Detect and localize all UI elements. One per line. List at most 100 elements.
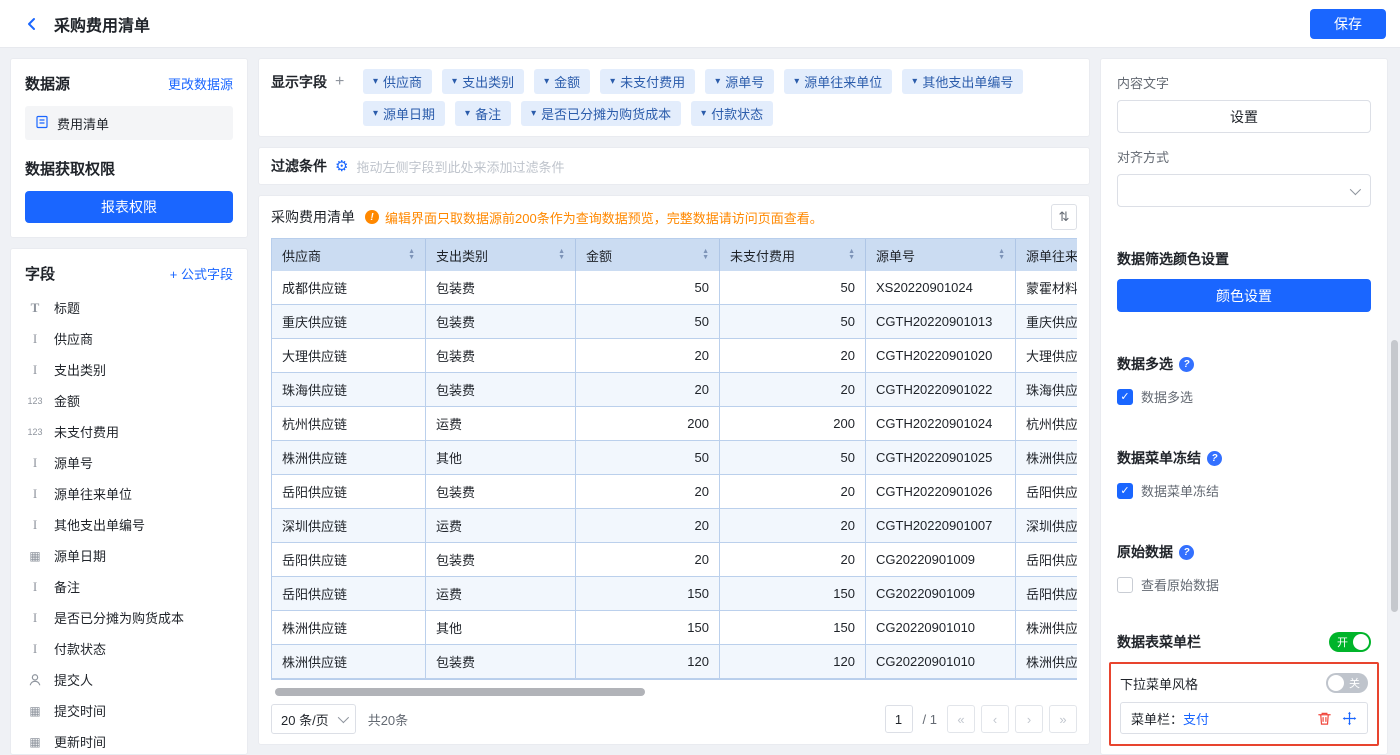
help-icon[interactable] [1179,357,1194,372]
page-size-select[interactable]: 20 条/页 [271,704,356,734]
display-field-chip[interactable]: 付款状态 [691,101,773,126]
field-item[interactable]: 提交时间 [25,695,233,726]
save-button[interactable]: 保存 [1310,9,1386,39]
column-header[interactable]: 源单号 [866,239,1016,271]
multi-select-checkbox[interactable]: 数据多选 [1117,387,1371,406]
sort-carets-icon[interactable] [848,249,855,261]
field-item[interactable]: 源单日期 [25,540,233,571]
field-item[interactable]: 提交人 [25,664,233,695]
add-formula-field-link[interactable]: + 公式字段 [170,264,233,283]
prev-page-button[interactable] [981,705,1009,733]
datasource-item-label: 费用清单 [57,114,109,133]
display-field-chip[interactable]: 是否已分摊为购货成本 [521,101,681,126]
display-field-chips: 供应商 支出类别 金额 未支付费用 源单号 源单往来单位 其他支出单编号 源单 [363,69,1077,126]
raw-data-checkbox[interactable]: 查看原始数据 [1117,575,1371,594]
sort-carets-icon[interactable] [998,249,1005,261]
menubar-toggle-on[interactable]: 开 [1329,632,1371,652]
column-header[interactable]: 源单往来单位 [1016,239,1077,271]
cell-unpaid: 150 [720,577,866,610]
warning-icon [365,210,379,224]
display-field-chip[interactable]: 源单往来单位 [784,69,892,94]
field-item[interactable]: 其他支出单编号 [25,509,233,540]
column-header[interactable]: 未支付费用 [720,239,866,271]
display-field-chip[interactable]: 金额 [534,69,590,94]
back-icon[interactable] [22,14,42,34]
cell-partner: 岳阳供应链 [1016,577,1077,610]
chip-label: 金额 [554,72,580,91]
notice-text: 编辑界面只取数据源前200条作为查询数据预览，完整数据请访问页面查看。 [385,208,823,227]
app-window: 采购费用清单 保存 数据源 更改数据源 费用清单 数据获取权限 报表权限 [0,0,1400,755]
next-page-button[interactable] [1015,705,1043,733]
cell-supplier: 成都供应链 [272,271,426,304]
table-row: 重庆供应链 包装费 50 50 CGTH20220901013 重庆供应链 [272,305,1077,339]
left-sidebar: 数据源 更改数据源 费用清单 数据获取权限 报表权限 字段 + 公式字段 [10,58,248,755]
field-item[interactable]: 是否已分摊为购货成本 [25,602,233,633]
move-icon[interactable] [1342,711,1357,726]
menu-item-value[interactable]: 支付 [1183,709,1209,728]
field-item[interactable]: 未支付费用 [25,416,233,447]
display-field-chip[interactable]: 支出类别 [442,69,524,94]
filter-dropzone[interactable]: 拖动左侧字段到此处来添加过滤条件 [356,157,564,176]
menu-item-row: 菜单栏： 支付 [1120,702,1368,734]
field-item[interactable]: 标题 [25,292,233,323]
field-item[interactable]: 备注 [25,571,233,602]
gear-icon[interactable] [335,157,348,175]
cell-amount: 50 [576,271,720,304]
menubar-title: 数据表菜单栏 [1117,632,1201,652]
field-label: 供应商 [54,329,93,348]
field-item[interactable]: 支出类别 [25,354,233,385]
display-field-chip[interactable]: 备注 [455,101,511,126]
table-row: 成都供应链 包装费 50 50 XS20220901024 蒙霍材料 [272,271,1077,305]
field-label: 更新时间 [54,732,106,751]
report-permission-button[interactable]: 报表权限 [25,191,233,223]
cell-source-no: CGTH20220901026 [866,475,1016,508]
field-item[interactable]: 更新时间 [25,726,233,755]
delete-icon[interactable] [1317,711,1332,726]
chip-label: 未支付费用 [620,72,685,91]
field-label: 其他支出单编号 [54,515,145,534]
field-item[interactable]: 供应商 [25,323,233,354]
cell-category: 包装费 [426,305,576,338]
display-field-chip[interactable]: 源单号 [705,69,774,94]
color-settings-button[interactable]: 颜色设置 [1117,279,1371,312]
table-row: 杭州供应链 运费 200 200 CGTH20220901024 杭州供应链 [272,407,1077,441]
column-header[interactable]: 供应商 [272,239,426,271]
sort-carets-icon[interactable] [408,249,415,261]
display-field-chip[interactable]: 源单日期 [363,101,445,126]
cell-supplier: 岳阳供应链 [272,577,426,610]
cell-unpaid: 20 [720,373,866,406]
sort-carets-icon[interactable] [702,249,709,261]
cell-unpaid: 50 [720,305,866,338]
column-header[interactable]: 金额 [576,239,720,271]
field-item[interactable]: 金额 [25,385,233,416]
add-display-field-button[interactable]: + [335,74,344,90]
data-table: 供应商 支出类别 金额 [271,238,1077,680]
horizontal-scrollbar[interactable] [271,688,1077,696]
cell-partner: 大理供应链 [1016,339,1077,372]
freeze-checkbox[interactable]: 数据菜单冻结 [1117,481,1371,500]
sort-carets-icon[interactable] [558,249,565,261]
change-datasource-link[interactable]: 更改数据源 [168,74,233,93]
datasource-item[interactable]: 费用清单 [25,106,233,140]
horizontal-scrollbar-thumb[interactable] [275,688,645,696]
dropdown-style-toggle-off[interactable]: 关 [1326,673,1368,693]
field-item[interactable]: 付款状态 [25,633,233,664]
field-label: 支出类别 [54,360,106,379]
display-field-chip[interactable]: 其他支出单编号 [902,69,1023,94]
first-page-button[interactable] [947,705,975,733]
help-icon[interactable] [1207,451,1222,466]
content-text-settings-button[interactable]: 设置 [1117,100,1371,133]
align-select[interactable] [1117,174,1371,207]
last-page-button[interactable] [1049,705,1077,733]
column-header[interactable]: 支出类别 [426,239,576,271]
vertical-scrollbar[interactable] [1391,340,1398,612]
display-field-chip[interactable]: 供应商 [363,69,432,94]
align-label: 对齐方式 [1117,147,1371,166]
chip-label: 付款状态 [711,104,763,123]
current-page[interactable]: 1 [885,705,913,733]
display-field-chip[interactable]: 未支付费用 [600,69,695,94]
field-item[interactable]: 源单号 [25,447,233,478]
table-sort-button[interactable] [1051,204,1077,230]
field-item[interactable]: 源单往来单位 [25,478,233,509]
help-icon[interactable] [1179,545,1194,560]
